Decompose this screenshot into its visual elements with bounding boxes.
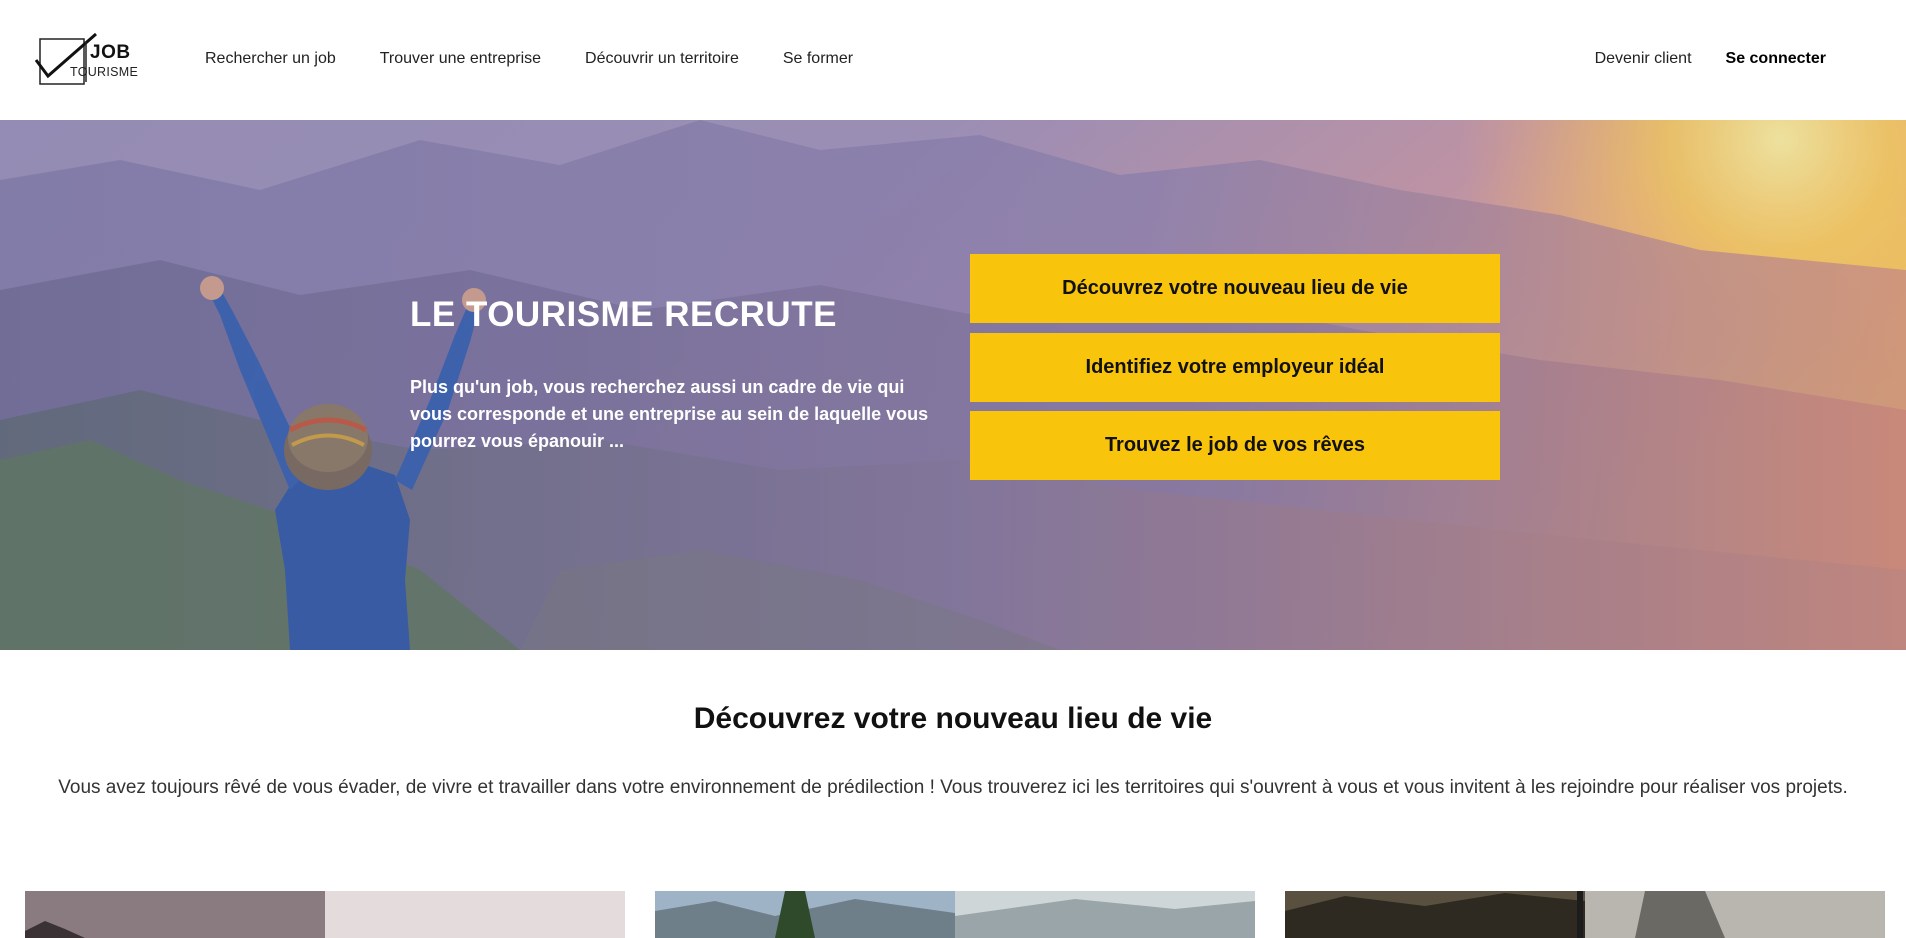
account-nav: Devenir client Se connecter <box>1595 50 1826 68</box>
hero-description: Plus qu'un job, vous recherchez aussi un… <box>410 377 929 451</box>
site-header: JOB TOURISME Rechercher un job Trouver u… <box>0 0 1906 120</box>
territory-card-image <box>1285 891 1885 938</box>
main-nav: Rechercher un job Trouver une entreprise… <box>205 50 897 68</box>
hero-banner: LE TOURISME RECRUTE Plus qu'un job, vous… <box>0 120 1906 650</box>
logo[interactable]: JOB TOURISME <box>34 32 139 88</box>
hero-background-image <box>0 120 1906 650</box>
hero-title: LE TOURISME RECRUTE <box>410 295 837 334</box>
become-client-link[interactable]: Devenir client <box>1595 50 1692 68</box>
nav-item-trouver-entreprise[interactable]: Trouver une entreprise <box>380 50 541 68</box>
section-description: Vous avez toujours rêvé de vous évader, … <box>58 777 1848 798</box>
territory-card-image <box>25 891 625 938</box>
nav-item-decouvrir-territoire[interactable]: Découvrir un territoire <box>585 50 739 68</box>
cta-job-button[interactable]: Trouvez le job de vos rêves <box>970 411 1500 480</box>
territory-card-image <box>655 891 1255 938</box>
section-title: Découvrez votre nouveau lieu de vie <box>693 702 1213 735</box>
logo-tourisme-text: TOURISME <box>70 65 139 79</box>
cta-employeur-button[interactable]: Identifiez votre employeur idéal <box>970 333 1500 402</box>
nav-item-rechercher-job[interactable]: Rechercher un job <box>205 50 336 68</box>
logo-job-text: JOB <box>90 42 131 63</box>
territory-card[interactable] <box>1285 891 1885 938</box>
cta-lieu-de-vie-button[interactable]: Découvrez votre nouveau lieu de vie <box>970 254 1500 323</box>
territory-card[interactable] <box>25 891 625 938</box>
login-link[interactable]: Se connecter <box>1726 50 1826 68</box>
territory-card[interactable] <box>655 891 1255 938</box>
nav-item-se-former[interactable]: Se former <box>783 50 853 68</box>
